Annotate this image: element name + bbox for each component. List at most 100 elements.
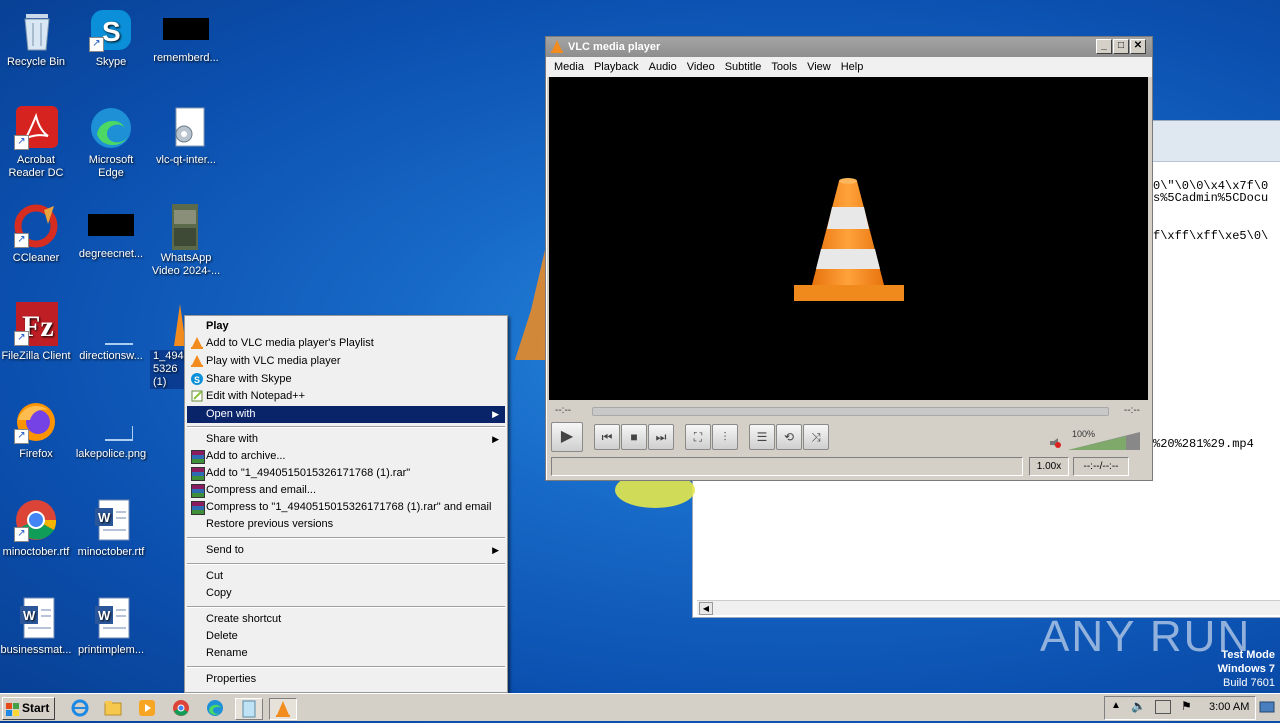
internet-explorer-taskbar-icon[interactable] — [70, 698, 90, 718]
menu-item-share-with-skype[interactable]: S Share with Skype — [187, 371, 505, 388]
menu-item-compress-to-rar-and-email[interactable]: Compress to "1_4940515015326171768 (1).r… — [187, 499, 505, 516]
desktop-wallpaper-logo — [515, 250, 545, 360]
time-display[interactable]: --:--/--:-- — [1073, 457, 1129, 476]
shortcut-arrow-icon: ↗ — [14, 135, 29, 150]
previous-button[interactable]: ⏮ — [594, 424, 620, 450]
desktop-icon-businessmat[interactable]: W businessmat... — [0, 596, 72, 657]
seek-slider[interactable] — [592, 407, 1109, 416]
action-center-flag-icon[interactable]: ⚑ — [1181, 699, 1192, 713]
fullscreen-button[interactable]: ⛶ — [685, 424, 711, 450]
start-label: Start — [22, 701, 50, 715]
fullscreen-icon: ⛶ — [693, 430, 703, 444]
menu-item-compress-and-email[interactable]: Compress and email... — [187, 482, 505, 499]
shuffle-button[interactable]: ⤨ — [803, 424, 829, 450]
volume-icon[interactable]: 🔈 — [1131, 699, 1146, 713]
menu-item-label: Delete — [206, 630, 238, 642]
desktop-icon-chrome[interactable]: ↗ minoctober.rtf — [0, 498, 72, 559]
menu-view[interactable]: View — [803, 61, 835, 73]
menu-item-delete[interactable]: Delete — [187, 628, 505, 645]
close-button[interactable]: ✕ — [1130, 39, 1146, 54]
winrar-icon — [191, 484, 205, 498]
desktop-icon-skype[interactable]: S ↗ Skype — [75, 8, 147, 69]
image-file-icon — [89, 400, 134, 444]
windows-logo-icon — [6, 702, 20, 716]
menu-item-create-shortcut[interactable]: Create shortcut — [187, 611, 505, 628]
menu-item-send-to[interactable]: Send to ▶ — [187, 542, 505, 559]
desktop-icon-filezilla[interactable]: Fz ↗ FileZilla Client — [0, 302, 72, 363]
menu-item-add-to-rar[interactable]: Add to "1_4940515015326171768 (1).rar" — [187, 465, 505, 482]
vlc-taskbar-icon[interactable] — [269, 698, 297, 720]
menu-tools[interactable]: Tools — [767, 61, 801, 73]
desktop-icon-vlc-qt-interface[interactable]: vlc-qt-inter... — [150, 106, 222, 167]
playlist-button[interactable]: ☰ — [749, 424, 775, 450]
maximize-button[interactable]: □ — [1113, 39, 1129, 54]
winrar-icon — [191, 450, 205, 464]
edge-taskbar-icon[interactable] — [205, 698, 225, 718]
desktop-icon-whatsapp-video[interactable]: WhatsApp Video 2024-... — [150, 204, 222, 278]
menu-item-label: Rename — [206, 647, 248, 659]
minimize-button[interactable]: _ — [1096, 39, 1112, 54]
mute-icon[interactable] — [1049, 437, 1061, 449]
desktop-icon-directionsw[interactable]: directionsw... — [75, 302, 147, 363]
menu-item-restore-previous-versions[interactable]: Restore previous versions — [187, 516, 505, 533]
seek-row: --:-- --:-- — [549, 404, 1148, 418]
desktop-icon-acrobat[interactable]: ↗ Acrobat Reader DC — [0, 106, 72, 180]
volume-slider[interactable]: 100% — [1066, 428, 1142, 452]
menu-item-edit-with-notepad-plus-plus[interactable]: Edit with Notepad++ — [187, 388, 505, 405]
playback-speed[interactable]: 1.00x — [1029, 457, 1069, 476]
menu-video[interactable]: Video — [683, 61, 719, 73]
build-number: Build 7601 — [1223, 677, 1275, 689]
extended-settings-button[interactable]: ⫶ — [712, 424, 738, 450]
show-hidden-icons-icon[interactable]: ▲ — [1111, 700, 1121, 711]
desktop-icon-ccleaner[interactable]: ↗ CCleaner — [0, 204, 72, 265]
menu-audio[interactable]: Audio — [645, 61, 681, 73]
menu-item-label: Play with VLC media player — [206, 355, 341, 367]
menu-item-open-with[interactable]: Open with ▶ — [187, 406, 505, 423]
loop-button[interactable]: ⟲ — [776, 424, 802, 450]
menu-item-add-to-archive[interactable]: Add to archive... — [187, 448, 505, 465]
vlc-titlebar[interactable]: VLC media player _ □ ✕ — [546, 37, 1152, 57]
start-button[interactable]: Start — [2, 697, 55, 720]
chrome-taskbar-icon[interactable] — [171, 698, 191, 718]
desktop-icon-selected-mp4[interactable]: 1_494 5326 (1) — [150, 302, 186, 389]
desktop-icon-degreecnet[interactable]: degreecnet... — [75, 204, 147, 261]
vlc-statusbar: 1.00x --:--/--:-- — [549, 457, 1148, 476]
notepad-taskbar-icon[interactable] — [235, 698, 263, 720]
redacted-thumbnail — [163, 18, 209, 40]
menu-item-add-to-vlc-playlist[interactable]: Add to VLC media player's Playlist — [187, 335, 505, 352]
desktop-icon-lakepolice[interactable]: lakepolice.png — [75, 400, 147, 461]
menu-item-cut[interactable]: Cut — [187, 568, 505, 585]
menu-playback[interactable]: Playback — [590, 61, 643, 73]
play-button[interactable]: ▶ — [551, 422, 583, 452]
stop-button[interactable]: ■ — [621, 424, 647, 450]
network-icon[interactable] — [1155, 700, 1171, 714]
video-area[interactable] — [549, 77, 1148, 400]
menu-item-play[interactable]: Play — [187, 318, 505, 335]
file-explorer-taskbar-icon[interactable] — [103, 698, 123, 718]
menu-media[interactable]: Media — [550, 61, 588, 73]
vlc-window-title: VLC media player — [568, 41, 661, 53]
desktop-icon-recycle-bin[interactable]: Recycle Bin — [0, 8, 72, 69]
next-button[interactable]: ⏭ — [648, 424, 674, 450]
menu-item-properties[interactable]: Properties — [187, 671, 505, 688]
menu-item-rename[interactable]: Rename — [187, 645, 505, 662]
redacted-thumbnail — [88, 214, 134, 236]
scroll-left-icon[interactable]: ◀ — [699, 602, 713, 615]
desktop-icon-printimplem[interactable]: W printimplem... — [75, 596, 147, 657]
menu-item-share-with[interactable]: Share with ▶ — [187, 431, 505, 448]
show-desktop-icon[interactable] — [1259, 699, 1275, 715]
menu-item-label: Compress and email... — [206, 484, 317, 496]
desktop-icon-firefox[interactable]: ↗ Firefox — [0, 400, 72, 461]
menu-subtitle[interactable]: Subtitle — [721, 61, 766, 73]
menu-item-copy[interactable]: Copy — [187, 585, 505, 602]
menu-help[interactable]: Help — [837, 61, 868, 73]
clock[interactable]: 3:00 AM — [1209, 701, 1249, 713]
menu-item-label: Add to "1_4940515015326171768 (1).rar" — [206, 467, 411, 479]
desktop-icon-rememberd[interactable]: rememberd... — [150, 8, 222, 65]
equalizer-icon: ⫶ — [723, 430, 727, 444]
desktop-icon-edge[interactable]: Microsoft Edge — [75, 106, 147, 180]
media-player-taskbar-icon[interactable] — [137, 698, 157, 718]
menu-item-play-with-vlc[interactable]: Play with VLC media player — [187, 353, 505, 370]
vlc-window[interactable]: VLC media player _ □ ✕ Media Playback Au… — [545, 36, 1153, 481]
desktop-icon-minoctober[interactable]: W minoctober.rtf minoctober.rtf — [75, 498, 147, 559]
